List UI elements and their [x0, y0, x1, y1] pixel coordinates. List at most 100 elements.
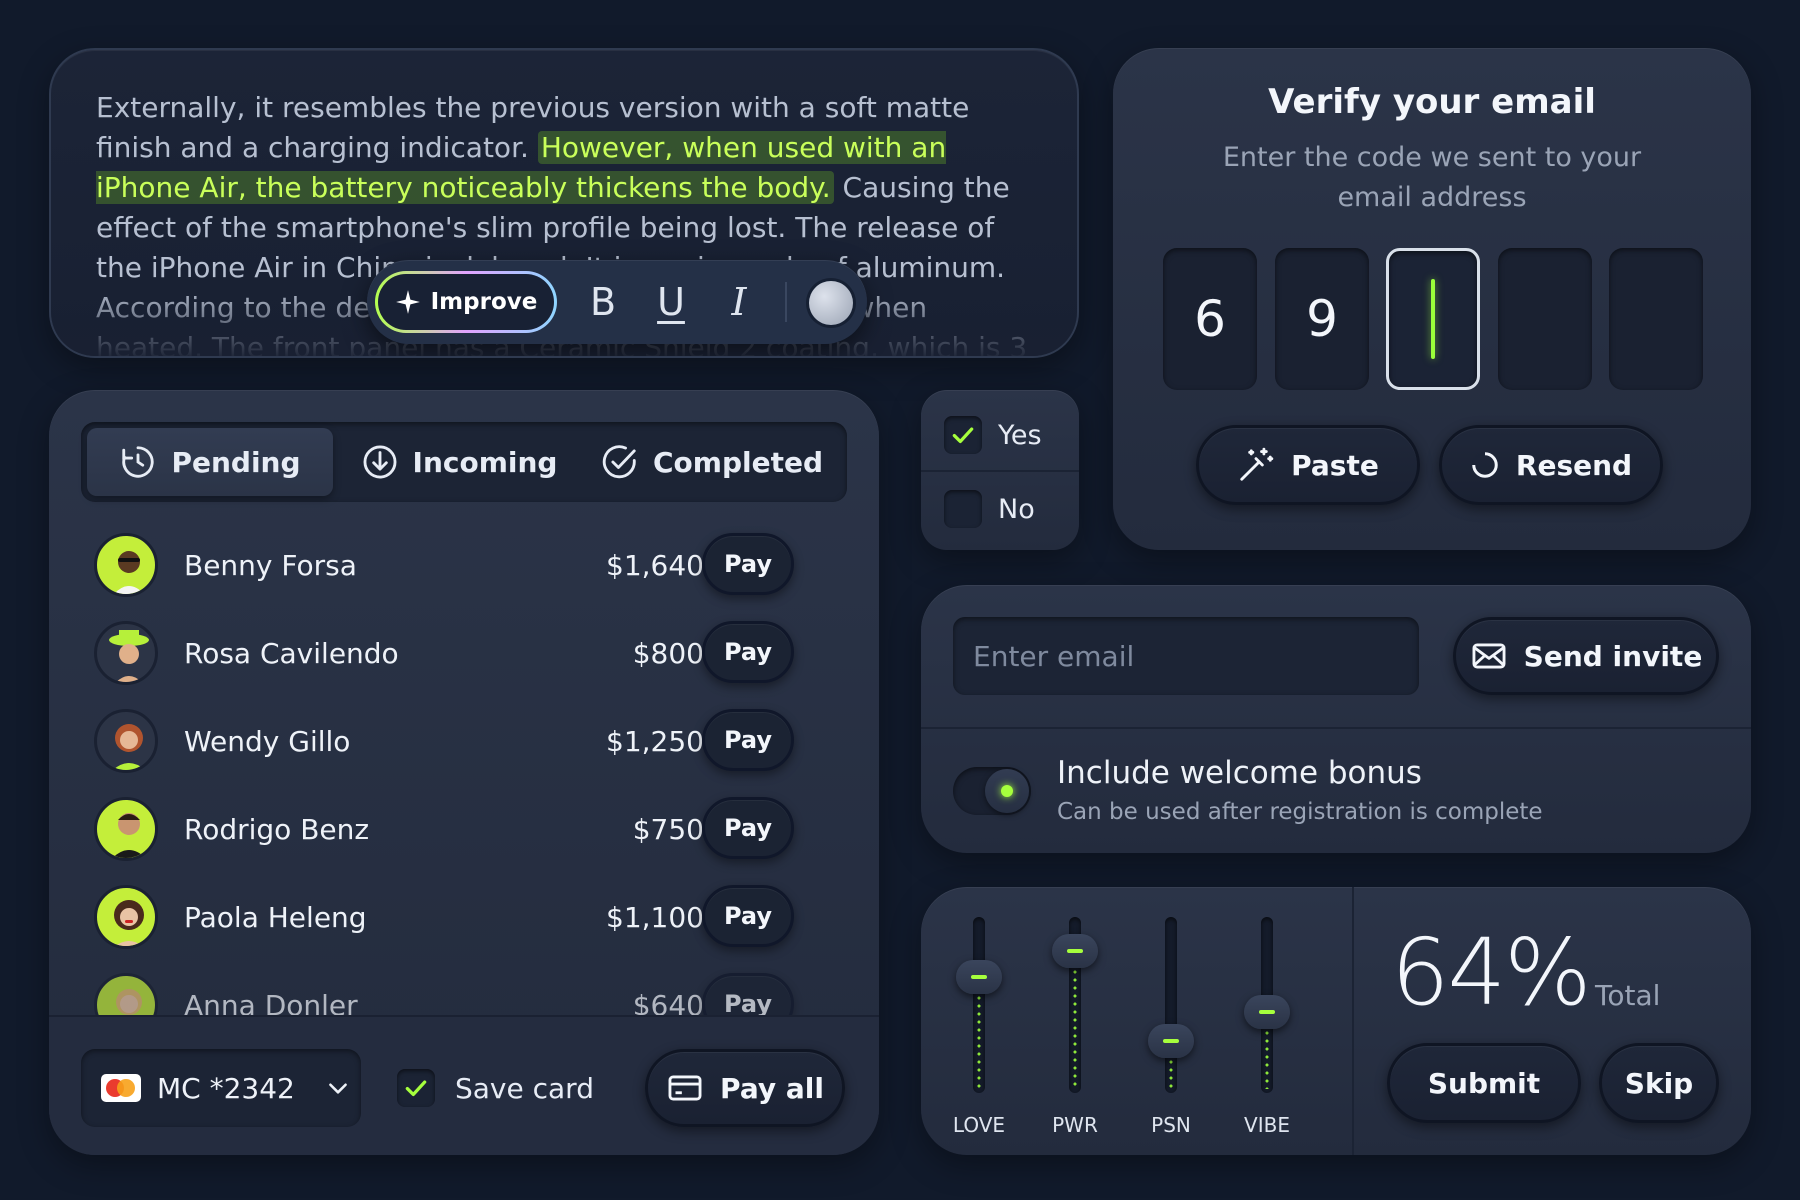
no-label: No: [998, 493, 1035, 525]
pay-all-button[interactable]: Pay all: [645, 1049, 845, 1127]
slider-love[interactable]: LOVE: [949, 917, 1009, 1147]
format-toolbar: Improve B U I: [367, 260, 867, 344]
submit-button[interactable]: Submit: [1387, 1043, 1581, 1123]
check-circle-icon: [602, 445, 636, 479]
yes-checkbox[interactable]: [944, 416, 982, 454]
payee-amount: $750: [632, 813, 704, 846]
list-item: Benny Forsa $1,640 Pay: [94, 533, 834, 603]
save-card-option[interactable]: Save card: [397, 1069, 594, 1107]
text-editor[interactable]: Externally, it resembles the previous ve…: [49, 48, 1079, 358]
avatar: [94, 621, 158, 685]
credit-card-icon: [668, 1075, 702, 1101]
underline-icon: U: [657, 280, 685, 324]
bonus-subtitle: Can be used after registration is comple…: [1057, 799, 1543, 825]
save-card-checkbox[interactable]: [397, 1069, 435, 1107]
email-input[interactable]: [953, 617, 1419, 695]
card-label: MC *2342: [157, 1071, 295, 1105]
avatar: [94, 533, 158, 597]
improve-button[interactable]: Improve: [375, 271, 557, 333]
option-no[interactable]: No: [921, 472, 1079, 546]
resend-button[interactable]: Resend: [1439, 425, 1663, 505]
paste-label: Paste: [1291, 448, 1379, 482]
resend-label: Resend: [1515, 448, 1633, 482]
italic-button[interactable]: I: [715, 278, 763, 326]
checkmark-icon: [952, 427, 974, 444]
slider-label: VIBE: [1244, 1113, 1290, 1137]
checkmark-icon: [405, 1080, 427, 1097]
tab-incoming[interactable]: Incoming: [343, 428, 575, 496]
text-caret: [1431, 279, 1435, 359]
card-select[interactable]: MC *2342: [81, 1049, 361, 1127]
loading-spinner-icon: [1471, 451, 1498, 478]
avatar: [94, 797, 158, 861]
slider-label: PSN: [1151, 1113, 1191, 1137]
toggle-knob: [985, 769, 1029, 813]
yes-no-options: Yes No: [921, 390, 1079, 550]
payee-name: Paola Heleng: [184, 901, 367, 934]
payee-name: Wendy Gillo: [184, 725, 351, 758]
tab-pending-label: Pending: [171, 445, 301, 479]
payee-name: Rosa Cavilendo: [184, 637, 399, 670]
tab-pending[interactable]: Pending: [87, 428, 333, 496]
payee-name: Rodrigo Benz: [184, 813, 370, 846]
paste-button[interactable]: Paste: [1196, 425, 1420, 505]
slider-fill: [1073, 968, 1077, 1089]
pay-button[interactable]: Pay: [702, 885, 794, 947]
code-digit-2[interactable]: 9: [1275, 248, 1369, 390]
option-yes[interactable]: Yes: [921, 398, 1079, 472]
list-item: Wendy Gillo $1,250 Pay: [94, 709, 834, 779]
welcome-bonus-toggle[interactable]: [953, 767, 1031, 815]
bonus-title: Include welcome bonus: [1057, 755, 1422, 791]
slider-thumb[interactable]: [956, 959, 1002, 994]
slider-psn[interactable]: PSN: [1141, 917, 1201, 1147]
code-digit-value: 6: [1194, 290, 1226, 348]
slider-thumb[interactable]: [1244, 995, 1290, 1030]
no-checkbox[interactable]: [944, 490, 982, 528]
slider-thumb[interactable]: [1052, 934, 1098, 969]
code-digit-4[interactable]: [1498, 248, 1592, 390]
skip-button[interactable]: Skip: [1599, 1043, 1719, 1123]
mastercard-icon: [101, 1074, 141, 1102]
underline-button[interactable]: U: [647, 278, 695, 326]
skip-label: Skip: [1624, 1066, 1694, 1100]
code-digit-5[interactable]: [1609, 248, 1703, 390]
pay-all-label: Pay all: [720, 1071, 824, 1105]
invite-divider: [921, 727, 1751, 729]
slider-label: LOVE: [952, 1113, 1006, 1137]
text-color-button[interactable]: [809, 281, 853, 325]
improve-label: Improve: [430, 289, 538, 315]
pay-button[interactable]: Pay: [702, 621, 794, 683]
slider-label: PWR: [1052, 1113, 1098, 1137]
save-card-label: Save card: [455, 1071, 594, 1105]
tab-incoming-label: Incoming: [412, 445, 558, 479]
mixer-card: LOVE PWR PSN VIBE 64% Total Submit Skip: [921, 887, 1751, 1155]
code-digit-1[interactable]: 6: [1163, 248, 1257, 390]
verify-subtitle: Enter the code we sent to your email add…: [1222, 142, 1642, 213]
slider-thumb[interactable]: [1148, 1023, 1194, 1058]
tab-completed-label: Completed: [652, 445, 823, 479]
download-circle-icon: [363, 445, 396, 479]
pay-button[interactable]: Pay: [702, 709, 794, 771]
send-invite-button[interactable]: Send invite: [1453, 617, 1719, 695]
payment-footer: MC *2342 Save card Pay all: [49, 1015, 879, 1155]
pay-button[interactable]: Pay: [702, 797, 794, 859]
sparkle-icon: [395, 290, 420, 314]
tab-completed[interactable]: Completed: [587, 428, 837, 496]
slider-pwr[interactable]: PWR: [1045, 917, 1105, 1147]
invite-card: Send invite Include welcome bonus Can be…: [921, 585, 1751, 853]
payee-name: Benny Forsa: [184, 549, 357, 582]
payee-amount: $1,640: [606, 549, 704, 582]
slider-vibe[interactable]: VIBE: [1237, 917, 1297, 1147]
list-item: Rodrigo Benz $750 Pay: [94, 797, 834, 867]
pay-button[interactable]: Pay: [702, 533, 794, 595]
bold-button[interactable]: B: [579, 278, 627, 326]
avatar: [94, 709, 158, 773]
clock-icon: [122, 446, 155, 478]
chevron-down-icon: [328, 1083, 347, 1094]
payment-tabs: Pending Incoming Completed: [81, 422, 847, 502]
slider-fill: [1265, 1029, 1269, 1089]
payee-amount: $800: [632, 637, 704, 670]
code-digit-3[interactable]: [1386, 248, 1480, 390]
magic-wand-icon: [1240, 447, 1274, 481]
toolbar-divider: [785, 282, 787, 322]
